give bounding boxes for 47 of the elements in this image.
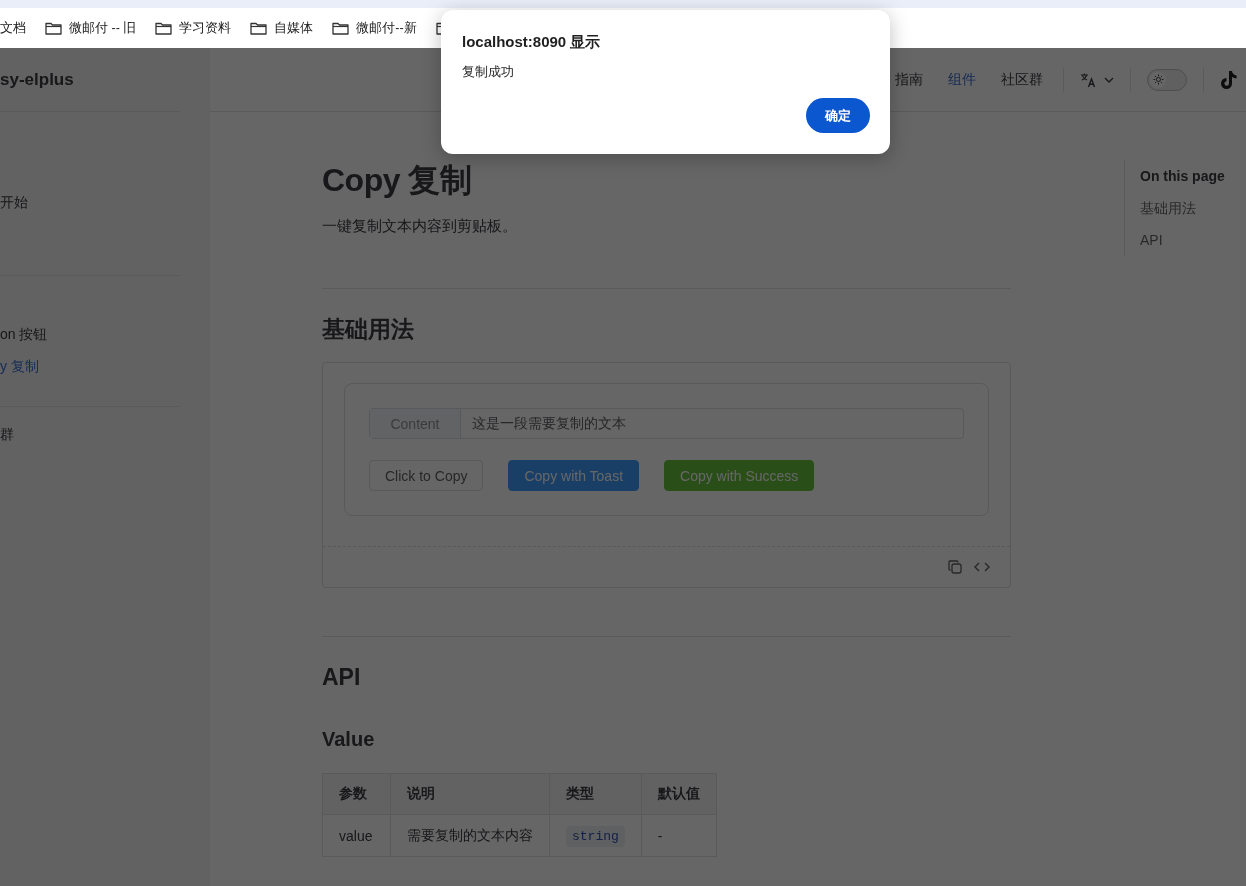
table-cell: value [322,814,391,857]
sidebar-link[interactable]: on 按钮 [0,318,180,350]
subsection-heading: Value [322,727,376,752]
page-title: Copy 复制 [322,161,473,200]
folder-icon [250,21,268,35]
toc-title: On this page [1140,167,1225,186]
bookmark-label[interactable]: 自媒体 [274,19,314,37]
sidebar-link[interactable]: 群 [0,418,180,450]
sidebar-link[interactable]: y 复制 [0,350,180,382]
dialog-title: localhost:8090 显示 [462,33,602,51]
ok-button[interactable]: 确定 [806,98,870,133]
bookmark-label[interactable]: 学习资料 [179,19,232,37]
input-value: 这是一段需要复制的文本 [471,413,627,433]
nav-link[interactable]: 组件 [948,70,976,89]
column-header: 参数 [322,773,391,815]
dialog-message: 复制成功 [462,64,515,80]
toc-link[interactable]: API [1140,224,1225,256]
bookmark-label[interactable]: 微邮付--新 [356,19,417,37]
type-tag: string [566,826,625,847]
theme-switch[interactable] [1147,68,1187,91]
table-cell: - [641,814,717,857]
chevron-down-icon [1104,76,1114,83]
copy-button[interactable]: Copy with Toast [508,460,640,491]
translate-icon [1080,71,1096,88]
music-note-icon[interactable] [1220,69,1238,90]
nav-link[interactable]: 社区群 [1001,70,1043,89]
nav-link[interactable]: 指南 [895,70,923,89]
folder-icon [45,21,62,35]
folder-icon [155,21,173,35]
column-header: 说明 [390,773,550,815]
section-heading: API [322,663,362,692]
page-description: 一键复制文本内容到剪贴板。 [322,216,518,236]
copy-button[interactable]: Click to Copy [369,460,484,491]
bookmark-label[interactable]: 文档 [0,19,26,37]
sun-icon [1152,74,1164,85]
toc-link[interactable]: 基础用法 [1140,192,1225,224]
sidebar-link[interactable]: 开始 [0,186,180,218]
copy-button[interactable]: Copy with Success [664,460,815,491]
column-header: 类型 [549,773,642,815]
site-title: sy-elplus [0,69,74,90]
section-heading: 基础用法 [322,315,415,344]
code-icon[interactable] [974,562,990,572]
bookmark-label[interactable]: 微邮付 -- 旧 [69,19,137,37]
table-cell: 需要复制的文本内容 [390,814,550,857]
folder-icon [332,21,350,35]
copy-icon[interactable] [948,560,962,574]
column-header: 默认值 [641,773,717,815]
